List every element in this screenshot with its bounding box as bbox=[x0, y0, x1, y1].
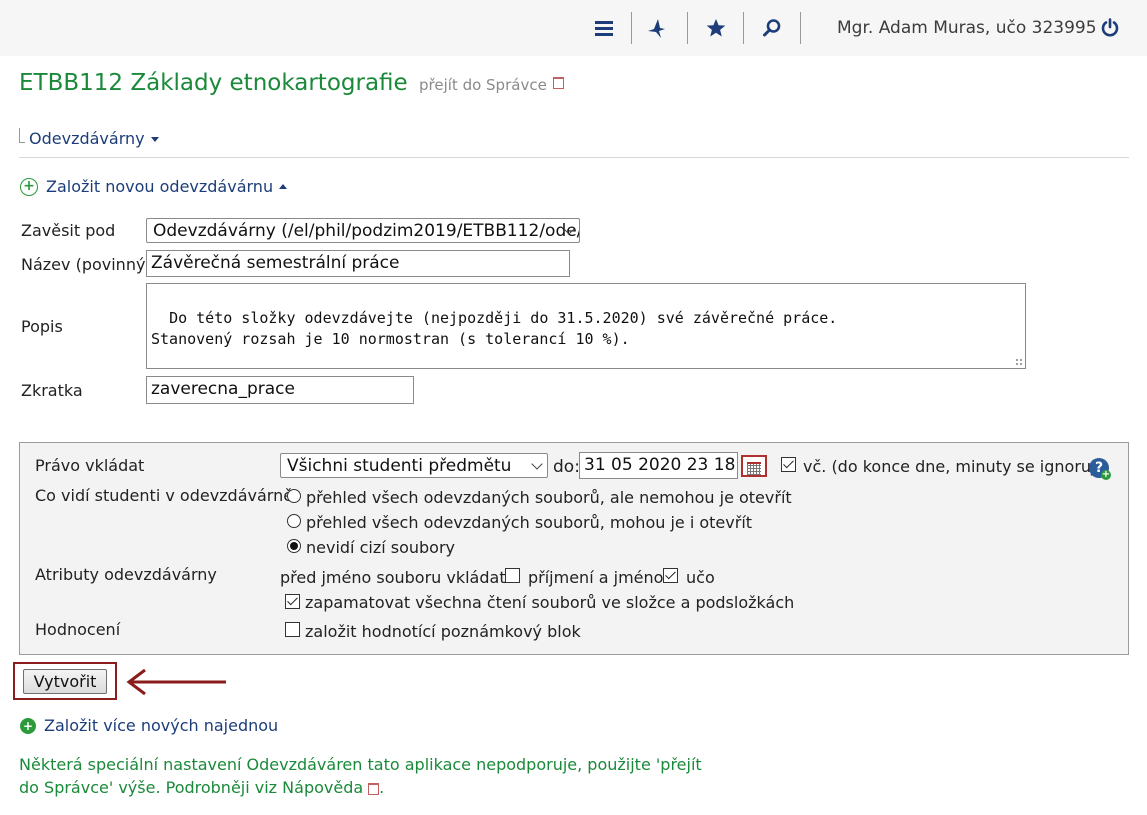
chevron-down-icon bbox=[531, 458, 543, 470]
create-multiple-link[interactable]: + Založit více nových najednou bbox=[20, 716, 278, 735]
search-icon[interactable] bbox=[758, 14, 786, 42]
pin-icon[interactable] bbox=[642, 14, 670, 42]
separator bbox=[687, 12, 688, 44]
resize-grip-icon[interactable] bbox=[1015, 358, 1023, 366]
prefix-label: před jméno souboru vkládat bbox=[280, 568, 506, 587]
info-note-end: . bbox=[379, 778, 385, 797]
caret-down-icon bbox=[150, 137, 159, 142]
description-label: Popis bbox=[21, 317, 63, 336]
breadcrumb-label: Odevzdávárny bbox=[29, 129, 145, 148]
inclusive-checkbox[interactable] bbox=[781, 457, 796, 472]
parent-label: Zavěsit pod bbox=[21, 221, 116, 240]
prefix-name-label: příjmení a jméno bbox=[528, 568, 664, 587]
user-name[interactable]: Mgr. Adam Muras, učo 323995 bbox=[837, 18, 1097, 38]
separator bbox=[800, 12, 801, 44]
separator bbox=[743, 12, 744, 44]
breadcrumb[interactable]: Odevzdávárny bbox=[29, 129, 159, 148]
upload-right-select[interactable]: Všichni studenti předmětu bbox=[280, 453, 548, 478]
caret-up-icon bbox=[279, 184, 288, 189]
attributes-label: Atributy odevzdávárny bbox=[35, 565, 217, 584]
star-icon[interactable] bbox=[702, 14, 730, 42]
deadline-input[interactable]: 31 05 2020 23 18 bbox=[579, 452, 738, 479]
grading-checkbox[interactable] bbox=[285, 622, 300, 637]
calendar-icon[interactable] bbox=[741, 455, 767, 477]
upload-right-value: Všichni studenti předmětu bbox=[287, 456, 512, 476]
divider bbox=[19, 157, 1129, 158]
create-dropbox-label: Založit novou odevzdávárnu bbox=[46, 177, 274, 196]
visibility-option-label: nevidí cizí soubory bbox=[306, 538, 456, 557]
deadline-label: do: bbox=[553, 457, 580, 477]
grading-option-label: založit hodnotící poznámkový blok bbox=[305, 622, 581, 641]
admin-link[interactable]: přejít do Správce bbox=[419, 76, 547, 94]
menu-icon[interactable] bbox=[590, 14, 618, 42]
prefix-uco-label: učo bbox=[686, 568, 715, 587]
page-content bbox=[10, 56, 1147, 815]
arrow-left-icon bbox=[126, 668, 226, 696]
external-link-icon[interactable] bbox=[552, 76, 564, 89]
parent-select[interactable]: Odevzdávárny (/el/phil/podzim2019/ETBB11… bbox=[146, 218, 580, 243]
prefix-uco-checkbox[interactable] bbox=[663, 568, 678, 583]
grading-label: Hodnocení bbox=[35, 620, 121, 639]
prefix-name-checkbox[interactable] bbox=[505, 568, 520, 583]
info-note: Některá speciální nastavení Odevzdáváren… bbox=[19, 753, 719, 799]
create-dropbox-toggle[interactable]: + Založit novou odevzdávárnu bbox=[20, 177, 288, 196]
create-multiple-label: Založit více nových najednou bbox=[44, 716, 279, 735]
visibility-option-label: přehled všech odevzdaných souborů, mohou… bbox=[306, 513, 753, 532]
visibility-radio-list-only[interactable] bbox=[287, 489, 301, 503]
power-icon[interactable] bbox=[1096, 14, 1124, 42]
upload-right-label: Právo vkládat bbox=[35, 456, 145, 475]
separator bbox=[631, 12, 632, 44]
description-text: Do této složky odevzdávejte (nejpozději … bbox=[151, 309, 838, 348]
inclusive-label: vč. (do konce dne, minuty se ignorují) bbox=[803, 457, 1107, 476]
remember-reads-label: zapamatovat všechna čtení souborů ve slo… bbox=[305, 593, 795, 612]
abbreviation-label: Zkratka bbox=[21, 381, 83, 400]
plus-circle-icon: + bbox=[20, 177, 38, 196]
name-input[interactable]: Závěrečná semestrální práce bbox=[146, 250, 570, 277]
visibility-option-label: přehled všech odevzdaných souborů, ale n… bbox=[306, 488, 792, 507]
abbreviation-input[interactable]: zaverecna_prace bbox=[146, 376, 414, 404]
remember-reads-checkbox[interactable] bbox=[285, 594, 300, 609]
add-multiple-icon: + bbox=[20, 717, 36, 734]
parent-select-value: Odevzdávárny (/el/phil/podzim2019/ETBB11… bbox=[153, 221, 580, 241]
name-label: Název (povinný) bbox=[21, 255, 152, 274]
help-plus-icon: + bbox=[1101, 469, 1111, 480]
visibility-radio-none[interactable] bbox=[287, 539, 301, 553]
external-link-icon[interactable] bbox=[368, 782, 380, 795]
visibility-label: Co vidí studenti v odevzdávárně bbox=[35, 486, 294, 505]
page-title: ETBB112 Základy etnokartografie přejít d… bbox=[19, 70, 564, 96]
breadcrumb-corner bbox=[19, 128, 25, 143]
info-note-text: Některá speciální nastavení Odevzdáváren… bbox=[19, 755, 702, 797]
course-title: ETBB112 Základy etnokartografie bbox=[19, 70, 408, 96]
visibility-radio-open[interactable] bbox=[287, 514, 301, 528]
description-textarea[interactable]: Do této složky odevzdávejte (nejpozději … bbox=[146, 283, 1026, 369]
top-bar: Mgr. Adam Muras, učo 323995 bbox=[0, 0, 1147, 56]
create-button[interactable]: Vytvořit bbox=[23, 669, 107, 694]
